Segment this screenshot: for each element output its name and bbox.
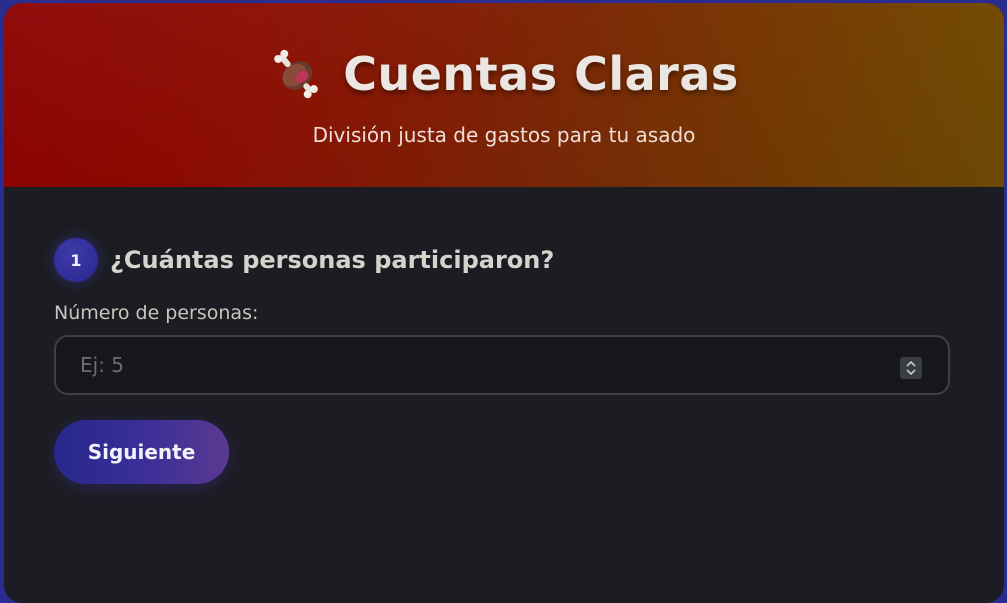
step-content: 1 ¿Cuántas personas participaron? Número…: [4, 187, 1004, 484]
step-title: ¿Cuántas personas participaron?: [110, 246, 555, 274]
people-count-field: [54, 335, 950, 395]
meat-on-bone-icon: [269, 47, 323, 101]
people-count-input[interactable]: [56, 337, 948, 393]
number-spinner-icon[interactable]: [900, 357, 922, 379]
app-header: Cuentas Claras División justa de gastos …: [4, 3, 1004, 187]
people-count-label: Número de personas:: [54, 302, 259, 324]
next-button[interactable]: Siguiente: [54, 420, 229, 484]
app-subtitle: División justa de gastos para tu asado: [312, 123, 696, 147]
app-card: Cuentas Claras División justa de gastos …: [4, 3, 1004, 603]
step-heading: 1 ¿Cuántas personas participaron?: [54, 237, 954, 283]
step-number-badge: 1: [54, 238, 98, 282]
app-title: Cuentas Claras: [343, 47, 739, 101]
title-row: Cuentas Claras: [4, 47, 1004, 101]
